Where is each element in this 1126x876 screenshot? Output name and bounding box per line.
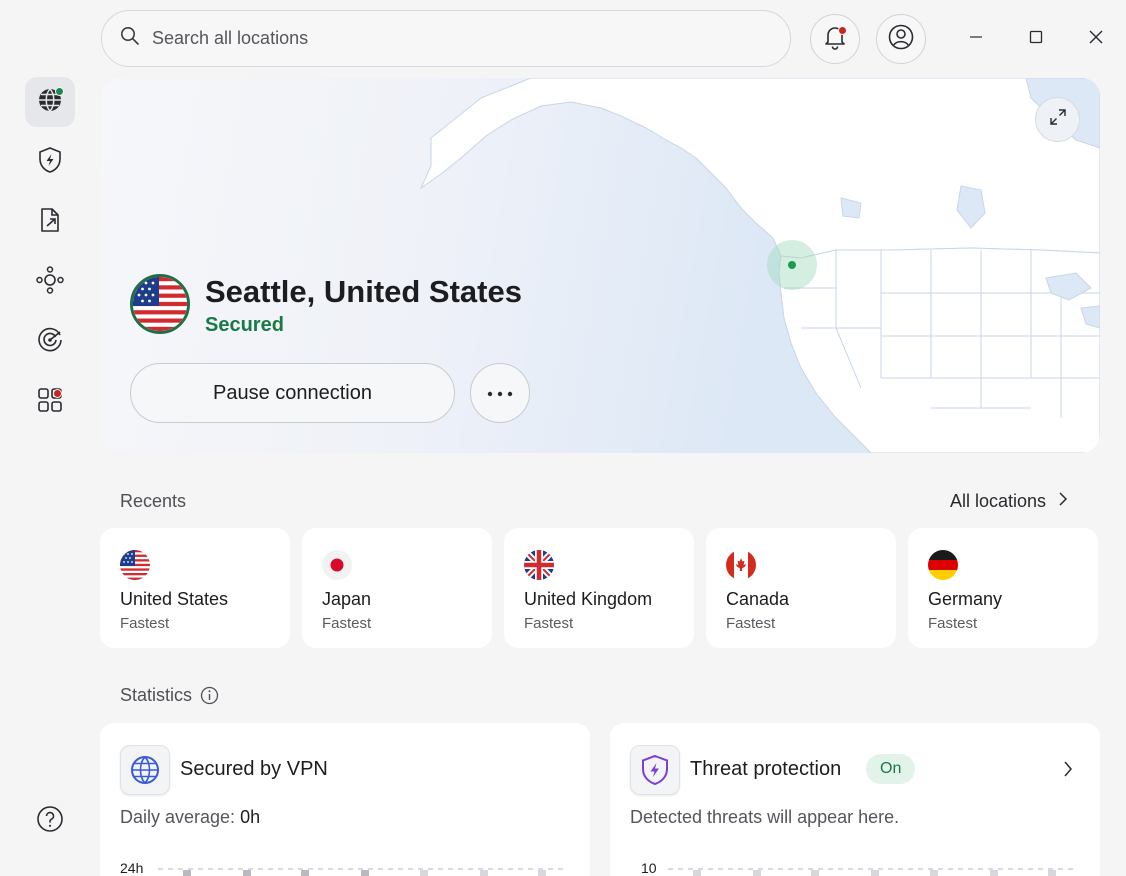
threat-shield-icon	[630, 745, 680, 795]
recent-card-japan[interactable]: Japan Fastest	[302, 528, 492, 648]
connected-badge	[55, 87, 64, 96]
close-icon	[1088, 29, 1104, 50]
threat-chart-axis-top: 10	[641, 860, 657, 876]
japan-flag-icon	[322, 550, 352, 580]
location-marker[interactable]	[788, 261, 796, 269]
threat-chart-gridline	[668, 868, 1073, 876]
help-icon	[36, 805, 64, 838]
pause-connection-label: Pause connection	[212, 381, 372, 404]
statistics-label: Statistics	[120, 685, 193, 705]
chevron-right-icon[interactable]	[1063, 760, 1073, 783]
threat-status-badge: On	[866, 754, 916, 784]
account-button[interactable]	[876, 14, 926, 64]
pause-connection-button[interactable]: Pause connection	[130, 363, 455, 423]
info-icon[interactable]	[200, 686, 219, 710]
recent-country-name: Canada	[726, 589, 790, 609]
sidebar-item-apps[interactable]	[25, 377, 75, 427]
radar-target-icon	[36, 326, 64, 359]
search-icon	[120, 26, 140, 51]
chevron-right-icon	[1058, 491, 1068, 512]
sidebar-item-help[interactable]	[25, 796, 75, 846]
recent-server-type: Fastest	[120, 615, 170, 632]
connected-location-title: Seattle, United States	[205, 274, 522, 309]
recent-country-name: United States	[120, 589, 229, 609]
recents-label: Recents	[120, 491, 187, 511]
more-options-button[interactable]	[470, 363, 530, 423]
expand-icon	[1049, 108, 1067, 131]
recent-country-name: Japan	[322, 589, 372, 609]
vpn-chart-axis-top: 24h	[120, 860, 144, 876]
sidebar-item-threat-protection[interactable]	[25, 137, 75, 187]
file-share-icon	[37, 206, 63, 239]
recent-server-type: Fastest	[322, 615, 372, 632]
secured-by-vpn-card: Secured by VPN Daily average: 0h 24h	[100, 723, 590, 876]
daily-average-line: Daily average: 0h	[120, 807, 260, 828]
more-dots-icon	[487, 384, 513, 402]
threat-card-title: Threat protection	[690, 758, 842, 780]
recent-card-united-states[interactable]: United States Fastest	[100, 528, 290, 648]
all-locations-label: All locations	[950, 491, 1047, 511]
all-locations-link[interactable]: All locations	[950, 491, 1068, 512]
germany-flag-icon	[928, 550, 958, 580]
expand-map-button[interactable]	[1035, 97, 1080, 142]
threat-protection-card[interactable]: Threat protection On Detected threats wi…	[610, 723, 1100, 876]
canada-flag-icon	[726, 550, 756, 580]
apps-badge	[53, 389, 62, 398]
sidebar-item-vpn[interactable]	[25, 77, 75, 127]
recent-server-type: Fastest	[928, 615, 978, 632]
recent-server-type: Fastest	[726, 615, 776, 632]
vpn-chart-gridline	[158, 868, 563, 876]
recent-country-name: United Kingdom	[524, 589, 653, 609]
shield-bolt-icon	[37, 146, 63, 179]
recent-country-name: Germany	[928, 589, 1003, 609]
us-flag-icon	[130, 274, 190, 334]
vpn-card-title: Secured by VPN	[180, 758, 328, 780]
connection-status: Secured	[205, 314, 284, 336]
notification-badge	[838, 26, 847, 35]
sidebar-item-meshnet[interactable]	[25, 257, 75, 307]
daily-average-value: 0h	[240, 807, 261, 827]
maximize-icon	[1029, 30, 1043, 49]
notifications-button[interactable]	[810, 14, 860, 64]
search-bar[interactable]: Search all locations	[101, 10, 791, 67]
recent-card-canada[interactable]: Canada Fastest	[706, 528, 896, 648]
us-flag-icon	[120, 550, 150, 580]
close-button[interactable]	[1076, 19, 1116, 59]
recent-card-united-kingdom[interactable]: United Kingdom Fastest	[504, 528, 694, 648]
sidebar-item-file-sharing[interactable]	[25, 197, 75, 247]
recent-server-type: Fastest	[524, 615, 574, 632]
vpn-globe-icon	[120, 745, 170, 795]
threat-description: Detected threats will appear here.	[630, 807, 900, 827]
uk-flag-icon	[524, 550, 554, 580]
recent-card-germany[interactable]: Germany Fastest	[908, 528, 1098, 648]
search-input[interactable]: Search all locations	[152, 28, 308, 49]
user-avatar-icon	[888, 24, 914, 55]
daily-average-label: Daily average:	[120, 807, 236, 827]
minimize-button[interactable]	[956, 19, 996, 59]
maximize-button[interactable]	[1016, 19, 1056, 59]
minimize-icon	[969, 30, 983, 49]
mesh-network-icon	[36, 265, 64, 299]
sidebar-item-dark-web-monitor[interactable]	[25, 317, 75, 367]
